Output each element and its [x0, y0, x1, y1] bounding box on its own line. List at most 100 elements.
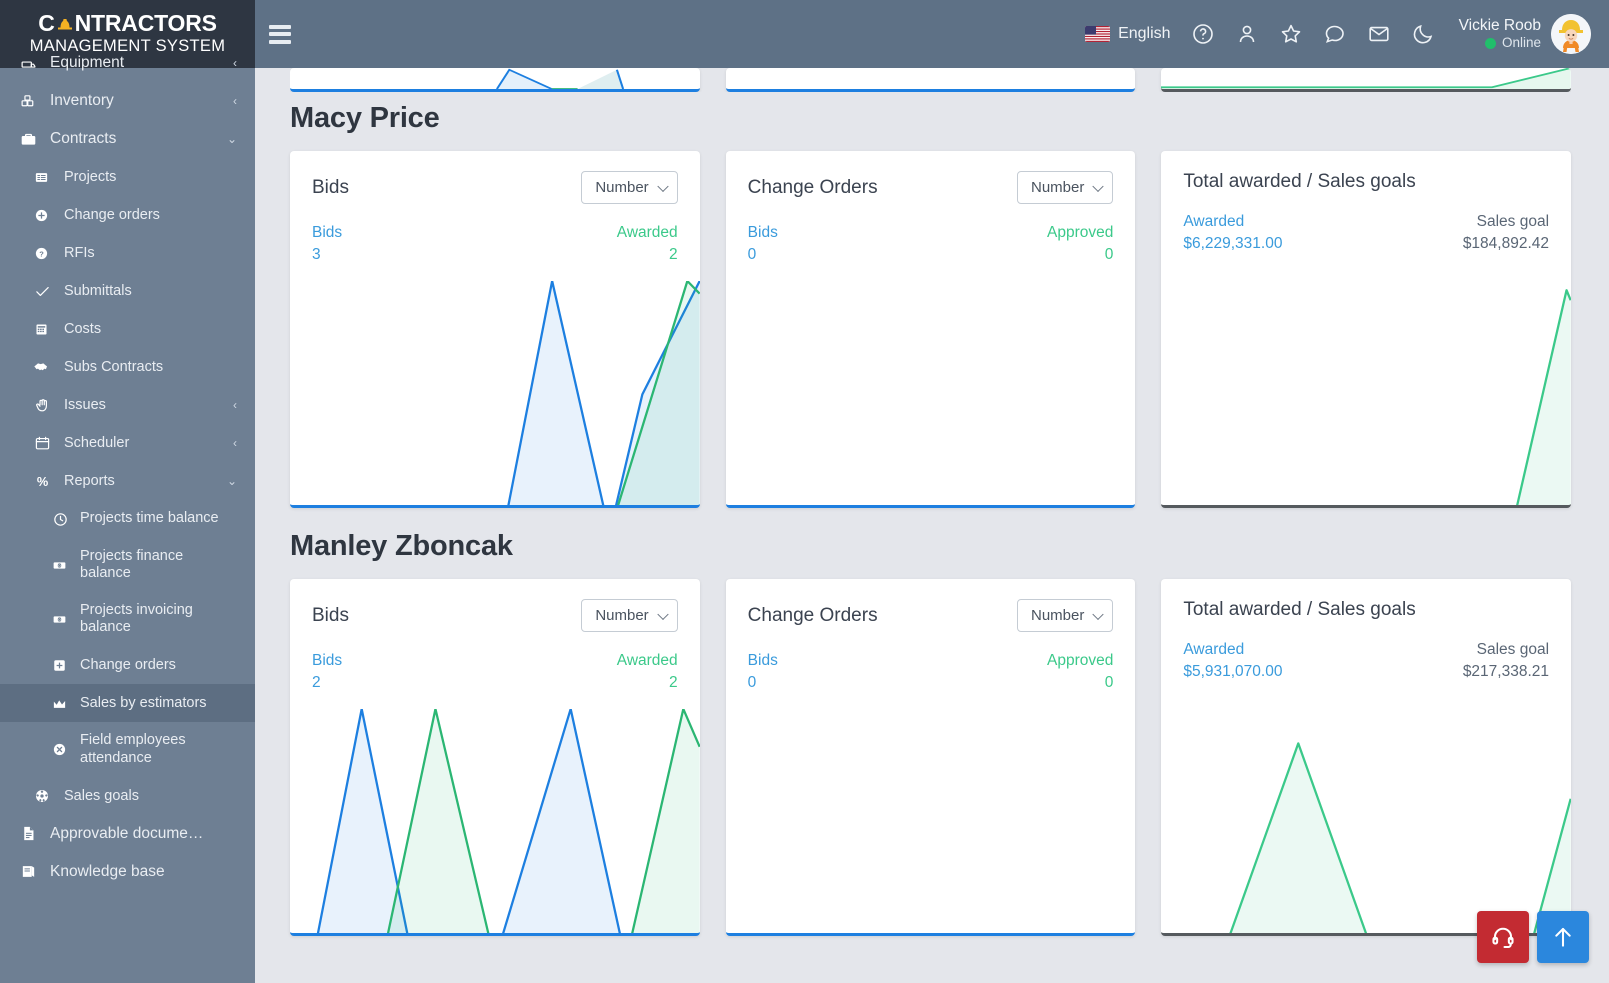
money-icon: 0 — [52, 612, 80, 627]
stat-right-value: 2 — [669, 674, 678, 692]
metric-type-select[interactable]: Number — [1016, 171, 1114, 204]
floating-action-buttons — [1477, 911, 1589, 963]
chevron-left-icon: ‹ — [233, 398, 237, 412]
stat-right: Awarded 2 — [617, 222, 678, 267]
sidebar-item-scheduler[interactable]: Scheduler ‹ — [0, 424, 255, 462]
card-stats: Bids 0 Approved 0 — [726, 632, 1136, 695]
question-circle-icon: ? — [34, 246, 64, 261]
language-label: English — [1118, 25, 1171, 42]
sidebar-item-rfis[interactable]: ? RFIs — [0, 234, 255, 272]
user-icon[interactable] — [1225, 12, 1269, 56]
metric-card: Change Orders Number Bids 0 Approved 0 — [725, 151, 1136, 508]
moon-icon[interactable] — [1401, 12, 1445, 56]
sidebar-item-sales-goals[interactable]: Sales goals — [0, 777, 255, 815]
card-stats: Awarded $5,931,070.00 Sales goal $217,338.2… — [1161, 621, 1571, 684]
chevron-left-icon: ‹ — [233, 94, 237, 108]
main-area: English Vickie Roob Online Macy Price Bi… — [255, 0, 1609, 983]
hand-icon — [34, 397, 64, 414]
sidebar-item-subs-contracts[interactable]: Subs Contracts — [0, 348, 255, 386]
metric-type-select[interactable]: Number — [581, 599, 678, 632]
stat-right-value: $184,892.42 — [1462, 235, 1550, 253]
sidebar-item-projects-invoicing-balance[interactable]: 0 Projects invoicing balance — [0, 592, 255, 646]
chevron-left-icon: ‹ — [233, 56, 237, 70]
chat-bubble-icon[interactable] — [1313, 12, 1357, 56]
sidebar-item-label: Projects finance balance — [80, 548, 184, 582]
support-headset-button[interactable] — [1477, 911, 1529, 963]
top-bar: English Vickie Roob Online — [255, 0, 1609, 68]
sidebar-item-costs[interactable]: Costs — [0, 310, 255, 348]
card-chart — [290, 708, 700, 933]
sidebar-item-equipment[interactable]: Equipment ‹ — [0, 54, 255, 82]
metric-card: Total awarded / Sales goals Awarded $6,229… — [1161, 151, 1572, 508]
sidebar-item-reports[interactable]: % Reports ⌄ — [0, 462, 255, 500]
card-row: Bids Number Bids 3 Awarded 2 Change Orders Numb… — [290, 151, 1572, 508]
check-icon — [34, 283, 64, 300]
metric-type-select[interactable]: Number — [581, 171, 678, 204]
card-header: Total awarded / Sales goals — [1161, 151, 1571, 193]
sidebar-item-projects-finance-balance[interactable]: 0 Projects finance balance — [0, 538, 255, 592]
card-chart — [1161, 270, 1572, 505]
clipped-cards-row — [290, 68, 1571, 92]
stat-left-label: Awarded — [1183, 213, 1245, 230]
stat-left-value: $6,229,331.00 — [1183, 235, 1283, 253]
sidebar-item-field-employees-attendance[interactable]: Field employees attendance — [0, 722, 255, 776]
sidebar-item-projects-time-balance[interactable]: Projects time balance — [0, 500, 255, 538]
section-title: Manley Zboncak — [290, 530, 513, 562]
card-chart — [726, 709, 1136, 933]
stat-left-value: 2 — [312, 674, 321, 692]
stat-right-label: Approved — [1046, 224, 1114, 241]
sidebar-item-change-orders[interactable]: Change orders — [0, 196, 255, 234]
card-title: Change Orders — [747, 176, 878, 198]
language-selector[interactable]: English — [1085, 25, 1171, 43]
stat-left-value: 0 — [747, 674, 757, 692]
metric-type-select-wrapper: Number — [581, 171, 678, 204]
help-circle-icon[interactable] — [1181, 12, 1225, 56]
plus-square-icon — [52, 658, 80, 673]
card-title: Bids — [312, 604, 349, 626]
metric-card: Change Orders Number Bids 0 Approved 0 — [725, 579, 1136, 936]
metric-type-select[interactable]: Number — [1016, 599, 1114, 632]
stat-right-label: Awarded — [616, 224, 678, 241]
handshake-icon — [34, 359, 64, 375]
metric-card: Total awarded / Sales goals Awarded $5,931… — [1161, 579, 1572, 936]
x-circle-icon — [52, 742, 80, 757]
sidebar-item-contracts[interactable]: Contracts ⌄ — [0, 120, 255, 158]
stat-left-value: 3 — [312, 246, 321, 264]
sidebar-item-label: Knowledge base — [50, 862, 165, 880]
envelope-icon[interactable] — [1357, 12, 1401, 56]
estimator-sections: Macy Price Bids Number Bids 3 Awarded 2 Change … — [290, 102, 1572, 936]
sidebar-item-inventory[interactable]: Inventory ‹ — [0, 82, 255, 120]
star-icon[interactable] — [1269, 12, 1313, 56]
sidebar-item-submittals[interactable]: Submittals — [0, 272, 255, 310]
sidebar-item-knowledge-base[interactable]: Knowledge base — [0, 853, 255, 891]
equipment-icon — [20, 55, 50, 72]
online-status-dot — [1484, 38, 1496, 50]
inventory-boxes-icon — [20, 93, 50, 110]
chevron-left-icon: ‹ — [233, 436, 237, 450]
card-header: Bids Number — [290, 579, 700, 632]
avatar[interactable] — [1551, 14, 1591, 54]
scroll-to-top-button[interactable] — [1537, 911, 1589, 963]
sidebar-item-change-orders[interactable]: Change orders — [0, 646, 255, 684]
stat-left-value: 0 — [747, 246, 757, 264]
book-icon — [20, 863, 50, 880]
logo-text-prefix: C — [38, 9, 55, 36]
user-menu[interactable]: Vickie Roob Online — [1459, 14, 1591, 54]
card-chart — [726, 281, 1136, 505]
sidebar-item-approvable-docume[interactable]: Approvable docume… — [0, 815, 255, 853]
sidebar-item-label: Sales by estimators — [80, 695, 207, 712]
card-title: Total awarded / Sales goals — [1183, 599, 1416, 620]
hamburger-menu-icon[interactable] — [269, 21, 291, 47]
calendar-icon — [34, 435, 64, 452]
sidebar-item-label: Change orders — [80, 657, 176, 674]
sidebar: C NTRACTORS MANAGEMENT SYSTEM Equipment ‹ I… — [0, 0, 255, 983]
sidebar-item-projects[interactable]: Projects — [0, 158, 255, 196]
page-content: Macy Price Bids Number Bids 3 Awarded 2 Change … — [255, 68, 1609, 983]
us-flag-icon — [1085, 26, 1111, 42]
stat-right: Awarded 2 — [617, 650, 678, 695]
sidebar-item-sales-by-estimators[interactable]: Sales by estimators — [0, 684, 255, 723]
sidebar-item-issues[interactable]: Issues ‹ — [0, 386, 255, 424]
sidebar-item-label: Reports — [64, 473, 115, 489]
stat-left: Bids 2 — [312, 650, 342, 695]
metric-type-select-wrapper: Number — [581, 599, 678, 632]
